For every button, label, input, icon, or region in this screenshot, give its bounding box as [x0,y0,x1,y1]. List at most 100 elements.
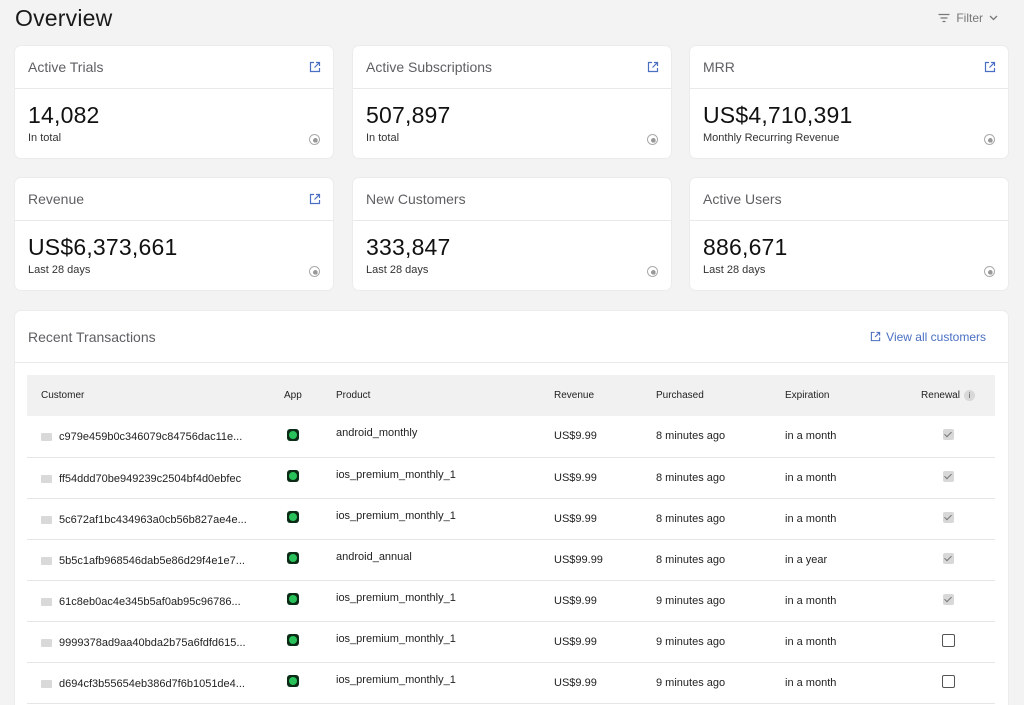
product-name: android_monthly [336,427,418,440]
revenue-value: US$99.99 [554,553,603,566]
stat-card-new-customers: New Customers 333,847 Last 28 days [353,178,671,290]
stat-value: 886,671 [703,234,788,260]
purchased-time: 8 minutes ago [656,430,726,443]
revenue-value: US$9.99 [554,512,597,525]
app-icon [287,470,299,482]
filter-label: Filter [956,11,983,25]
stat-value: US$4,710,391 [703,102,853,128]
view-all-customers-link[interactable]: View all customers [870,330,986,344]
external-link-icon[interactable] [309,61,321,73]
table-row[interactable]: ff54ddd70be949239c2504bf4d0ebfec ios_pre… [27,457,995,498]
flag-icon [41,556,52,565]
column-header-expiration[interactable]: Expiration [785,375,901,416]
revenue-value: US$9.99 [554,594,597,607]
column-header-renewal[interactable]: Renewal i [901,375,995,416]
stat-card-active-users: Active Users 886,671 Last 28 days [690,178,1008,290]
info-icon[interactable]: i [963,389,975,401]
product-name: ios_premium_monthly_1 [336,632,456,645]
info-icon[interactable] [309,266,320,277]
info-icon[interactable] [647,134,658,145]
product-name: android_annual [336,550,412,563]
stat-subtitle: In total [366,132,400,144]
table-row[interactable]: 5c672af1bc434963a0cb56b827ae4e... ios_pr… [27,498,995,539]
info-icon[interactable] [984,134,995,145]
renewal-checkbox[interactable] [942,593,954,605]
purchased-time: 9 minutes ago [656,676,726,689]
stat-title: Active Subscriptions [366,59,493,75]
view-all-label: View all customers [886,329,986,344]
table-row[interactable]: 5b5c1afb968546dab5e86d29f4e1e7... androi… [27,539,995,580]
expiration-time: in a month [785,512,837,525]
section-title: Recent Transactions [28,328,156,345]
stat-subtitle: In total [28,132,62,144]
customer-id[interactable]: 9999378ad9aa40bda2b75a6fdfd615... [59,637,246,649]
table-row[interactable]: c979e459b0c346079c84756dac11e... android… [27,416,995,457]
external-link-icon[interactable] [647,61,659,73]
purchased-time: 9 minutes ago [656,594,726,607]
flag-icon [41,515,52,524]
revenue-value: US$9.99 [554,676,597,689]
flag-icon [41,638,52,647]
flag-icon [41,433,52,442]
stat-title: New Customers [366,191,466,207]
filter-button[interactable]: Filter [938,11,998,25]
stat-title: Active Trials [28,59,104,75]
purchased-time: 8 minutes ago [656,553,726,566]
page-title: Overview [15,5,113,31]
column-header-revenue[interactable]: Revenue [554,375,656,416]
revenue-value: US$9.99 [554,430,597,443]
customer-id[interactable]: d694cf3b55654eb386d7f6b1051de4... [59,678,245,690]
stat-value: US$6,373,661 [28,234,178,260]
column-header-app[interactable]: App [284,375,336,416]
customer-id[interactable]: 5c672af1bc434963a0cb56b827ae4e... [59,514,247,526]
flag-icon [41,474,52,483]
product-name: ios_premium_monthly_1 [336,468,456,481]
flag-icon [41,597,52,606]
external-link-icon[interactable] [309,193,321,205]
info-icon[interactable] [309,134,320,145]
customer-id[interactable]: ff54ddd70be949239c2504bf4d0ebfec [59,473,241,485]
product-name: ios_premium_monthly_1 [336,673,456,686]
stat-subtitle: Last 28 days [366,264,429,276]
info-icon[interactable] [647,266,658,277]
stat-value: 333,847 [366,234,451,260]
revenue-value: US$9.99 [554,471,597,484]
info-icon[interactable] [984,266,995,277]
product-name: ios_premium_monthly_1 [336,509,456,522]
stat-value: 507,897 [366,102,451,128]
customer-id[interactable]: 5b5c1afb968546dab5e86d29f4e1e7... [59,555,245,567]
customer-id[interactable]: 61c8eb0ac4e345b5af0ab95c96786... [59,596,241,608]
table-header-row: Customer App Product Revenue Purchased E… [27,375,995,416]
app-icon [287,634,299,646]
table-row[interactable]: 9999378ad9aa40bda2b75a6fdfd615... ios_pr… [27,621,995,662]
stat-title: Active Users [703,191,782,207]
column-header-product[interactable]: Product [336,375,554,416]
renewal-checkbox[interactable] [942,511,954,523]
renewal-checkbox[interactable] [942,552,954,564]
chevron-down-icon [989,15,998,21]
table-row[interactable]: 61c8eb0ac4e345b5af0ab95c96786... ios_pre… [27,580,995,621]
expiration-time: in a year [785,553,828,566]
column-header-purchased[interactable]: Purchased [656,375,785,416]
stat-title: Revenue [28,191,85,207]
app-icon [287,675,299,687]
renewal-checkbox[interactable] [941,674,955,688]
renewal-checkbox[interactable] [942,429,954,441]
purchased-time: 8 minutes ago [656,512,726,525]
filter-icon [938,13,950,23]
external-link-icon[interactable] [984,61,996,73]
renewal-checkbox[interactable] [942,470,954,482]
stat-subtitle: Last 28 days [28,264,91,276]
column-header-customer[interactable]: Customer [27,375,284,416]
stat-title: MRR [703,59,735,75]
app-icon [287,552,299,564]
table-row[interactable]: d694cf3b55654eb386d7f6b1051de4... ios_pr… [27,662,995,703]
expiration-time: in a month [785,635,837,648]
stat-card-revenue: Revenue US$6,373,661 Last 28 days [15,178,333,290]
purchased-time: 9 minutes ago [656,635,726,648]
purchased-time: 8 minutes ago [656,471,726,484]
renewal-checkbox[interactable] [941,633,955,647]
customer-id[interactable]: c979e459b0c346079c84756dac11e... [59,431,242,443]
app-icon [287,511,299,523]
expiration-time: in a month [785,471,837,484]
